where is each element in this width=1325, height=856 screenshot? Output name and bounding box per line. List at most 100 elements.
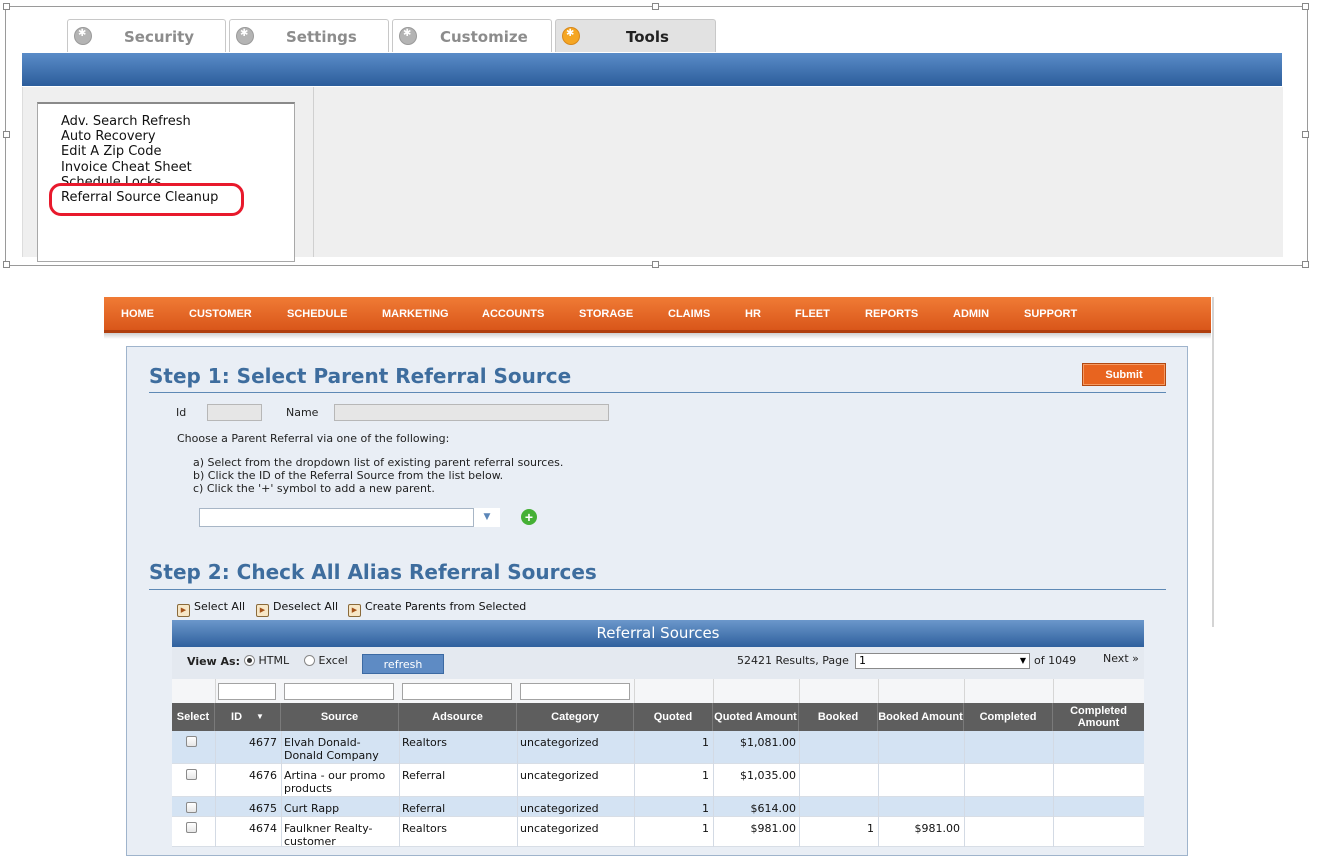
category-filter-input[interactable] bbox=[520, 683, 630, 700]
view-html-option[interactable]: HTML bbox=[244, 654, 289, 667]
parent-referral-dropdown[interactable] bbox=[199, 508, 474, 527]
row-select-checkbox[interactable] bbox=[186, 802, 197, 813]
next-page-link[interactable]: Next » bbox=[1103, 652, 1139, 665]
row-select-checkbox[interactable] bbox=[186, 736, 197, 747]
deselect-all-link[interactable]: ▶ Deselect All bbox=[256, 600, 339, 617]
cell-quoted-amount: $1,081.00 bbox=[740, 736, 796, 749]
tab-security[interactable]: Security bbox=[67, 19, 226, 52]
cell-divider bbox=[1053, 764, 1054, 797]
cell-divider bbox=[215, 731, 216, 764]
action-label: Deselect All bbox=[273, 600, 339, 613]
nav-admin[interactable]: ADMIN bbox=[953, 308, 989, 320]
page-select[interactable]: 1 ▼ bbox=[855, 653, 1030, 669]
name-field[interactable] bbox=[334, 404, 609, 421]
refresh-button[interactable]: refresh bbox=[362, 654, 444, 674]
main-nav: HOME CUSTOMER SCHEDULE MARKETING ACCOUNT… bbox=[104, 297, 1211, 333]
scrollbar-track[interactable] bbox=[1212, 297, 1214, 627]
tools-list-item[interactable]: Auto Recovery bbox=[61, 129, 156, 144]
id-field[interactable] bbox=[207, 404, 262, 421]
cell-id[interactable]: 4675 bbox=[215, 802, 277, 815]
source-filter-input[interactable] bbox=[284, 683, 394, 700]
tools-list-item[interactable]: Adv. Search Refresh bbox=[61, 114, 191, 129]
col-source[interactable]: Source bbox=[281, 703, 399, 731]
col-select: Select bbox=[172, 703, 215, 731]
cell-booked-amount: $981.00 bbox=[914, 822, 961, 835]
submit-button[interactable]: Submit bbox=[1082, 363, 1166, 386]
cell-adsource: Realtors bbox=[402, 736, 448, 749]
radio-label: HTML bbox=[258, 654, 290, 667]
cell-id[interactable]: 4677 bbox=[215, 736, 277, 749]
tools-list-item[interactable]: Edit A Zip Code bbox=[61, 144, 162, 159]
radio-button[interactable] bbox=[244, 655, 255, 666]
cell-source: Faulkner Realty-customer bbox=[284, 822, 373, 848]
cell-source: Curt Rapp bbox=[284, 802, 340, 815]
resize-handle[interactable] bbox=[1302, 261, 1309, 268]
nav-accounts[interactable]: ACCOUNTS bbox=[482, 308, 544, 320]
resize-handle[interactable] bbox=[3, 261, 10, 268]
col-id-label: ID bbox=[231, 711, 243, 723]
cell-id[interactable]: 4676 bbox=[215, 769, 277, 782]
resize-handle[interactable] bbox=[652, 261, 659, 268]
nav-fleet[interactable]: FLEET bbox=[795, 308, 830, 320]
nav-reports[interactable]: REPORTS bbox=[865, 308, 918, 320]
view-excel-option[interactable]: Excel bbox=[304, 654, 348, 667]
resize-handle[interactable] bbox=[652, 3, 659, 10]
cell-divider bbox=[517, 731, 518, 764]
row-select-checkbox[interactable] bbox=[186, 769, 197, 780]
col-adsource[interactable]: Adsource bbox=[399, 703, 517, 731]
nav-marketing[interactable]: MARKETING bbox=[382, 308, 449, 320]
cell-divider bbox=[517, 817, 518, 847]
sort-desc-icon: ▼ bbox=[256, 712, 264, 721]
tab-label: Settings bbox=[286, 28, 357, 46]
grid-title: Referral Sources bbox=[172, 620, 1144, 647]
select-all-link[interactable]: ▶ Select All bbox=[177, 600, 245, 617]
nav-storage[interactable]: STORAGE bbox=[579, 308, 633, 320]
tab-settings[interactable]: Settings bbox=[229, 19, 389, 52]
radio-button[interactable] bbox=[304, 655, 315, 666]
arrow-right-icon: ▶ bbox=[348, 604, 361, 617]
col-quoted-amount[interactable]: Quoted Amount bbox=[713, 703, 799, 731]
resize-handle[interactable] bbox=[1302, 3, 1309, 10]
cell-divider bbox=[878, 731, 879, 764]
chevron-down-icon: ▼ bbox=[1019, 656, 1026, 665]
cell-divider bbox=[1053, 731, 1054, 764]
column-divider bbox=[878, 679, 879, 703]
row-select-checkbox[interactable] bbox=[186, 822, 197, 833]
resize-handle[interactable] bbox=[3, 3, 10, 10]
col-category[interactable]: Category bbox=[517, 703, 634, 731]
radio-label: Excel bbox=[318, 654, 348, 667]
cell-divider bbox=[634, 797, 635, 817]
cell-divider bbox=[517, 764, 518, 797]
tab-tools[interactable]: Tools bbox=[555, 19, 716, 52]
adsource-filter-input[interactable] bbox=[402, 683, 512, 700]
cell-divider bbox=[964, 764, 965, 797]
create-parents-link[interactable]: ▶ Create Parents from Selected bbox=[348, 600, 526, 617]
step2-rule bbox=[149, 589, 1166, 590]
nav-schedule[interactable]: SCHEDULE bbox=[287, 308, 348, 320]
col-id[interactable]: ID ▼ bbox=[215, 703, 281, 731]
nav-claims[interactable]: CLAIMS bbox=[668, 308, 710, 320]
col-booked-amount[interactable]: Booked Amount bbox=[878, 703, 964, 731]
cell-quoted-amount: $981.00 bbox=[750, 822, 797, 835]
cell-divider bbox=[281, 797, 282, 817]
cell-divider bbox=[281, 731, 282, 764]
nav-hr[interactable]: HR bbox=[745, 308, 761, 320]
nav-support[interactable]: SUPPORT bbox=[1024, 308, 1077, 320]
cell-id[interactable]: 4674 bbox=[215, 822, 277, 835]
nav-customer[interactable]: CUSTOMER bbox=[189, 308, 252, 320]
plus-circle-icon[interactable]: + bbox=[521, 509, 537, 525]
tab-customize[interactable]: Customize bbox=[392, 19, 552, 52]
col-quoted[interactable]: Quoted bbox=[634, 703, 713, 731]
col-completed-amount[interactable]: Completed Amount bbox=[1053, 703, 1144, 731]
gear-icon bbox=[399, 27, 417, 45]
resize-handle[interactable] bbox=[3, 131, 10, 138]
cell-category: uncategorized bbox=[520, 822, 599, 835]
id-filter-input[interactable] bbox=[218, 683, 276, 700]
col-completed[interactable]: Completed bbox=[964, 703, 1053, 731]
resize-handle[interactable] bbox=[1302, 131, 1309, 138]
col-booked[interactable]: Booked bbox=[799, 703, 878, 731]
tools-list-item[interactable]: Invoice Cheat Sheet bbox=[61, 160, 192, 175]
cell-quoted: 1 bbox=[702, 802, 709, 815]
nav-home[interactable]: HOME bbox=[121, 308, 154, 320]
chevron-down-icon[interactable]: ▼ bbox=[474, 508, 500, 527]
